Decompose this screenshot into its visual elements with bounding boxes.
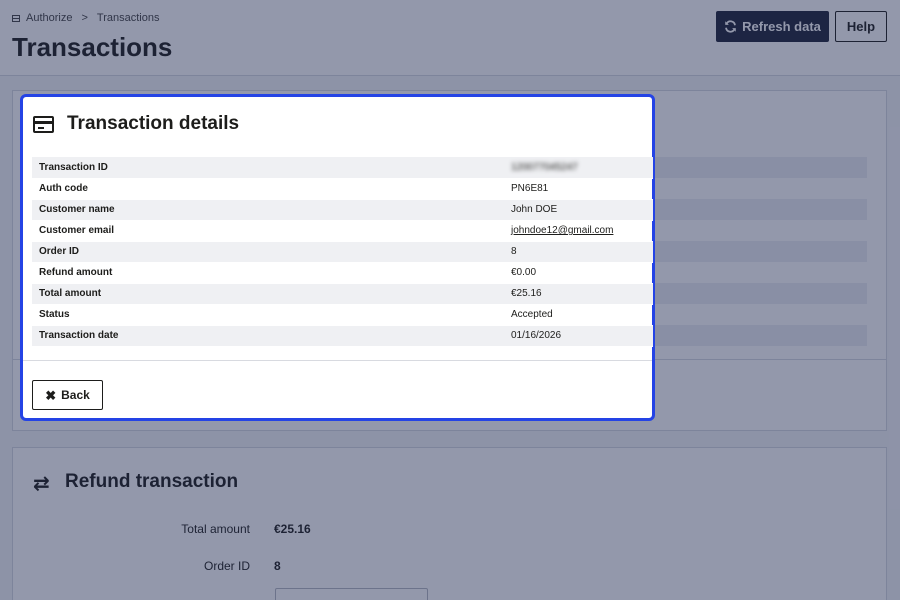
- detail-value: John DOE: [511, 204, 558, 215]
- detail-label: Customer name: [39, 204, 115, 215]
- detail-label: Refund amount: [39, 267, 113, 278]
- table-row: Refund amount €0.00: [32, 262, 653, 283]
- detail-value: €25.16: [511, 288, 542, 299]
- detail-value: 120077045247: [511, 161, 578, 173]
- detail-label: Order ID: [39, 246, 80, 257]
- detail-value: PN6E81: [511, 183, 549, 194]
- detail-label: Auth code: [39, 183, 88, 194]
- detail-label: Transaction date: [39, 330, 119, 341]
- status-value: Accepted: [511, 309, 553, 320]
- table-row: Total amount €25.16: [32, 283, 653, 304]
- table-row: Customer name John DOE: [32, 199, 653, 220]
- detail-value: 01/16/2026: [511, 330, 562, 341]
- modal-header: Transaction details: [33, 113, 239, 135]
- detail-label: Total amount: [39, 288, 102, 299]
- detail-label: Status: [39, 309, 70, 320]
- table-row: Order ID 8: [32, 241, 653, 262]
- table-row: Transaction ID 120077045247: [32, 157, 653, 178]
- detail-value: 8: [511, 246, 517, 257]
- detail-label: Customer email: [39, 225, 115, 236]
- close-icon: ✖: [45, 387, 57, 403]
- detail-value: €0.00: [511, 267, 537, 278]
- transaction-details-modal: Transaction details Transaction ID 12007…: [20, 94, 655, 421]
- detail-label: Transaction ID: [39, 161, 108, 173]
- modal-divider: [23, 360, 652, 361]
- table-row: Status Accepted: [32, 304, 653, 325]
- customer-email-link[interactable]: johndoe12@gmail.com: [511, 225, 613, 236]
- back-button[interactable]: ✖ Back: [32, 380, 103, 410]
- transaction-details-table: Transaction ID 120077045247 Auth code PN…: [32, 157, 653, 347]
- modal-title: Transaction details: [67, 113, 240, 134]
- table-row: Auth code PN6E81: [32, 178, 653, 199]
- table-row: Customer email johndoe12@gmail.com: [32, 220, 653, 241]
- back-label: Back: [61, 388, 90, 402]
- table-row: Transaction date 01/16/2026: [32, 325, 653, 346]
- detail-value-cell: johndoe12@gmail.com: [504, 220, 653, 241]
- credit-card-icon: [33, 115, 54, 133]
